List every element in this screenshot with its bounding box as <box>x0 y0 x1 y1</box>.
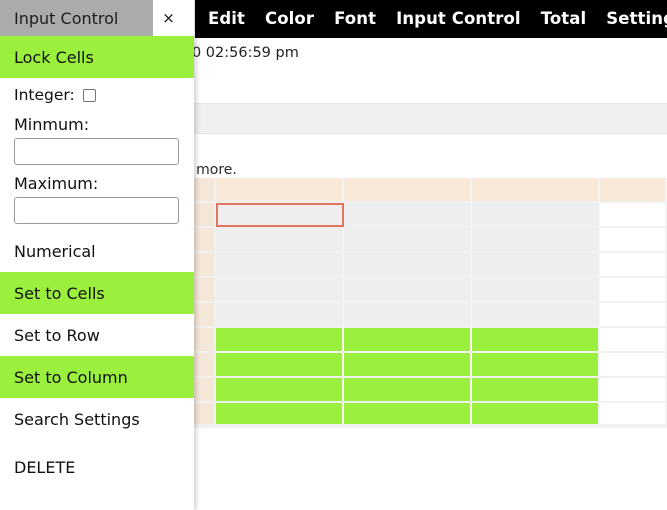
grid-cell[interactable] <box>344 253 472 278</box>
grid-cell[interactable] <box>344 353 472 378</box>
grid-cell[interactable] <box>600 278 667 303</box>
minimum-label: Minmum: <box>14 115 90 134</box>
maximum-label: Maximum: <box>14 174 99 193</box>
grid-cell[interactable] <box>472 328 600 353</box>
input-control-fields: Integer: Minmum: Maximum: <box>0 78 194 230</box>
integer-label: Integer: <box>14 86 75 104</box>
grid-cell[interactable] <box>472 203 600 228</box>
column-header-4[interactable] <box>600 178 667 203</box>
application-window: Edit Color Font Input Control Total Sett… <box>0 0 667 510</box>
grid-cell[interactable] <box>216 378 344 403</box>
grid-cell[interactable] <box>216 228 344 253</box>
menu-item-total[interactable]: Total <box>541 0 587 38</box>
column-header-1[interactable] <box>216 178 344 203</box>
panel-title-bar: Input Control × <box>0 0 194 36</box>
input-control-panel: Input Control × Lock Cells Integer: Minm… <box>0 0 194 510</box>
set-to-row-label: Set to Row <box>14 325 100 345</box>
integer-checkbox[interactable] <box>82 88 96 102</box>
grid-cell[interactable] <box>344 303 472 328</box>
panel-title-label: Input Control <box>14 8 119 28</box>
menu-item-color[interactable]: Color <box>265 0 314 38</box>
set-to-column-button[interactable]: Set to Column <box>0 356 194 398</box>
grid-cell[interactable] <box>472 278 600 303</box>
grid-cell[interactable] <box>216 253 344 278</box>
minimum-input[interactable] <box>14 138 179 165</box>
selected-cell-outline[interactable] <box>216 203 344 227</box>
menu-bar: Edit Color Font Input Control Total Sett… <box>195 0 667 38</box>
grid-cell[interactable] <box>216 353 344 378</box>
maximum-input[interactable] <box>14 197 179 224</box>
grid-cell[interactable] <box>472 303 600 328</box>
grid-cell[interactable] <box>216 278 344 303</box>
grid-cell[interactable] <box>600 378 667 403</box>
grid-cell[interactable] <box>600 253 667 278</box>
menu-item-edit[interactable]: Edit <box>208 0 245 38</box>
delete-label: DELETE <box>14 457 76 477</box>
set-to-cells-label: Set to Cells <box>14 283 105 303</box>
grid-cell[interactable] <box>472 353 600 378</box>
set-to-cells-button[interactable]: Set to Cells <box>0 272 194 314</box>
set-to-row-button[interactable]: Set to Row <box>0 314 194 356</box>
column-header-3[interactable] <box>472 178 600 203</box>
grid-cell[interactable] <box>344 378 472 403</box>
lock-cells-label: Lock Cells <box>14 47 94 67</box>
grid-cell[interactable] <box>344 328 472 353</box>
grid-cell[interactable] <box>216 328 344 353</box>
grid-cell[interactable] <box>600 228 667 253</box>
integer-field-row: Integer: <box>14 78 180 112</box>
menu-item-settings[interactable]: Settings <box>606 0 667 38</box>
numerical-label: Numerical <box>14 241 96 261</box>
lock-cells-button[interactable]: Lock Cells <box>0 36 194 78</box>
column-header-2[interactable] <box>344 178 472 203</box>
grid-cell[interactable] <box>600 303 667 328</box>
grid-cell[interactable] <box>344 203 472 228</box>
set-to-column-label: Set to Column <box>14 367 128 387</box>
grid-cell[interactable] <box>472 378 600 403</box>
menu-item-font[interactable]: Font <box>334 0 376 38</box>
grid-cell[interactable] <box>344 278 472 303</box>
grid-cell[interactable] <box>600 353 667 378</box>
delete-button[interactable]: DELETE <box>0 446 194 488</box>
menu-item-input-control[interactable]: Input Control <box>396 0 521 38</box>
close-icon[interactable]: × <box>153 0 194 36</box>
search-settings-label: Search Settings <box>14 409 140 429</box>
grid-cell[interactable] <box>600 203 667 228</box>
panel-title-tab[interactable]: Input Control <box>0 0 153 36</box>
grid-cell[interactable] <box>472 253 600 278</box>
search-settings-button[interactable]: Search Settings <box>0 398 194 440</box>
grid-cell[interactable] <box>600 328 667 353</box>
grid-cell[interactable] <box>472 228 600 253</box>
panel-body: Lock Cells Integer: Minmum: Maximum: Num… <box>0 36 194 510</box>
grid-cell[interactable] <box>344 228 472 253</box>
grid-cell[interactable] <box>216 303 344 328</box>
